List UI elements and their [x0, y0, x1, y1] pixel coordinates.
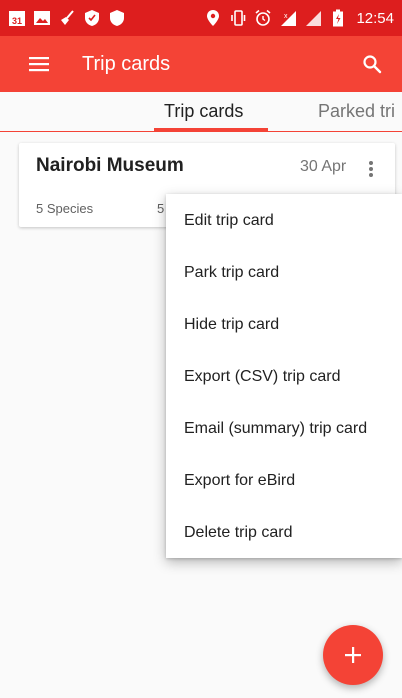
menu-item-park-trip-card[interactable]: Park trip card [166, 247, 402, 299]
tab-trip-cards[interactable]: Trip cards [164, 92, 243, 131]
alarm-icon [254, 9, 272, 27]
app-title: Trip cards [82, 52, 171, 75]
menu-item-hide-trip-card[interactable]: Hide trip card [166, 299, 402, 351]
menu-item-export-csv[interactable]: Export (CSV) trip card [166, 351, 402, 403]
trip-card-second-stat: 5 [157, 201, 165, 216]
menu-item-delete-trip-card[interactable]: Delete trip card [166, 507, 402, 559]
search-icon[interactable] [358, 50, 386, 78]
plus-icon [345, 647, 361, 663]
signal-2-icon [304, 9, 322, 27]
vibrate-icon [229, 9, 247, 27]
trip-card-title: Nairobi Museum [36, 155, 184, 176]
notification-icons: 31 [8, 9, 126, 27]
calendar-day-text: 31 [12, 16, 22, 26]
svg-text:x: x [284, 13, 288, 20]
image-icon [33, 9, 51, 27]
system-icons: x 12:54 [204, 9, 394, 27]
menu-item-edit-trip-card[interactable]: Edit trip card [166, 195, 402, 247]
menu-item-export-ebird[interactable]: Export for eBird [166, 455, 402, 507]
hamburger-menu-icon[interactable] [24, 49, 54, 79]
broom-icon [58, 9, 76, 27]
status-time: 12:54 [356, 9, 394, 27]
add-trip-card-button[interactable] [323, 625, 383, 685]
shield-filled-icon [108, 9, 126, 27]
app-bar: Trip cards [0, 36, 402, 92]
location-icon [204, 9, 222, 27]
trip-card-date: 30 Apr [300, 158, 347, 175]
app-screen: 31 x 12:54 Trip cards Trip cards Parked … [0, 0, 402, 698]
shield-icon [83, 9, 101, 27]
calendar-icon: 31 [8, 9, 26, 27]
tab-parked-trips[interactable]: Parked tri [318, 92, 395, 131]
battery-icon [329, 9, 347, 27]
menu-item-email-summary[interactable]: Email (summary) trip card [166, 403, 402, 455]
active-tab-indicator [154, 128, 268, 131]
signal-icon: x [279, 9, 297, 27]
tab-bar: Trip cards Parked tri [0, 92, 402, 132]
trip-card-species-count: 5 Species [36, 201, 94, 216]
status-bar: 31 x 12:54 [0, 0, 402, 36]
more-vert-icon[interactable] [359, 157, 383, 181]
trip-card-options-menu: Edit trip card Park trip card Hide trip … [166, 194, 402, 558]
